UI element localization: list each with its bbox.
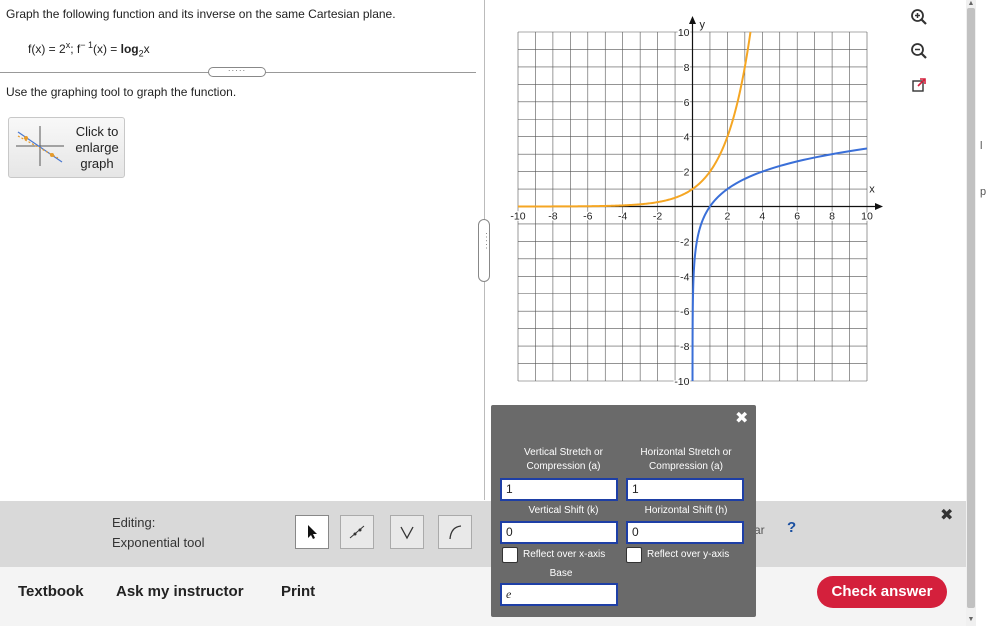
y-tick-label: -10	[674, 376, 689, 388]
line-icon	[349, 525, 365, 539]
enlarge-graph-button[interactable]: Click to enlarge graph	[8, 117, 125, 178]
x-tick-label: 8	[829, 211, 835, 223]
y-tick-label: 8	[684, 62, 690, 74]
y-tick-label: 2	[684, 167, 690, 179]
textbook-link[interactable]: Textbook	[18, 583, 84, 600]
y-axis-label: y	[700, 19, 706, 31]
active-tool-name: Exponential tool	[112, 535, 205, 550]
enlarge-line-3: graph	[80, 156, 114, 171]
page-root: Graph the following function and its inv…	[0, 0, 989, 626]
horizontal-stretch-label: Horizontal Stretch or Compression (a)	[626, 446, 746, 474]
y-tick-label: 10	[678, 27, 690, 39]
scroll-down-icon[interactable]: ▼	[967, 616, 975, 624]
absolute-value-tool-button[interactable]	[390, 515, 424, 549]
function-formula: f(x) = 2x; f− 1(x) = log2x	[28, 40, 150, 58]
x-tick-label: 10	[861, 211, 873, 223]
edge-fragment: p	[980, 186, 987, 198]
instruction-text: Use the graphing tool to graph the funct…	[6, 85, 237, 99]
x-tick-label: 2	[724, 211, 730, 223]
log-argument: x	[143, 42, 150, 56]
inverse-exponent: − 1	[80, 40, 93, 50]
enlarge-label: Click to enlarge graph	[67, 124, 127, 172]
panel-close-icon[interactable]: ✖	[735, 408, 748, 428]
formula-sep: ; f	[70, 42, 81, 56]
x-tick-label: -8	[548, 211, 557, 223]
ask-instructor-link[interactable]: Ask my instructor	[116, 583, 244, 600]
resize-dots: ·····	[482, 232, 491, 251]
reflect-y-checkbox[interactable]	[626, 547, 642, 563]
horizontal-shift-input[interactable]: 0	[626, 521, 744, 544]
horizontal-shift-label: Horizontal Shift (h)	[644, 505, 728, 516]
x-tick-label: -10	[510, 211, 525, 223]
x-tick-label: -6	[583, 211, 592, 223]
vertical-stretch-input[interactable]: 1	[500, 478, 618, 501]
zoom-out-icon[interactable]	[908, 40, 930, 62]
print-link[interactable]: Print	[281, 583, 315, 600]
vstretch-l1: Vertical Stretch or	[524, 447, 603, 458]
y-tick-label: -2	[680, 236, 689, 248]
graph-thumbnail-icon	[16, 126, 64, 166]
curve-icon	[449, 525, 462, 540]
popout-icon[interactable]	[908, 74, 930, 96]
zoom-in-icon[interactable]	[908, 6, 930, 28]
help-button[interactable]: ?	[787, 519, 796, 536]
edge-strip	[976, 0, 989, 626]
scroll-up-icon[interactable]: ▲	[967, 0, 975, 8]
check-answer-button[interactable]: Check answer	[817, 576, 947, 608]
y-tick-label: -6	[680, 306, 689, 318]
vertical-shift-label: Vertical Shift (k)	[528, 505, 599, 516]
reflect-y-label: Reflect over y-axis	[647, 549, 730, 560]
base-label: Base	[549, 568, 573, 579]
log-word: log	[120, 42, 139, 56]
pointer-tool-button[interactable]	[295, 515, 329, 549]
toolbar-close-icon[interactable]: ✖	[940, 505, 953, 525]
inverse-label: (x) =	[92, 42, 121, 56]
bottom-bar: Textbook Ask my instructor Print Check a…	[0, 567, 966, 626]
f-label: f(x) = 2	[28, 42, 66, 56]
scroll-thumb[interactable]	[967, 8, 975, 608]
curve-tool-button[interactable]	[438, 515, 472, 549]
y-tick-label: 4	[684, 132, 690, 144]
hstretch-l2: Compression (a)	[649, 461, 723, 472]
y-tick-label: -4	[680, 271, 689, 283]
base-input[interactable]: e	[500, 583, 618, 606]
reflect-x-label: Reflect over x-axis	[523, 549, 606, 560]
vertical-stretch-label: Vertical Stretch or Compression (a)	[506, 446, 621, 474]
v-shape-icon	[400, 526, 414, 540]
cartesian-graph[interactable]: -10 -8 -6 -4 -2 2 4 6 8 10 10 8 6 4 2 -2 -4 -6 -8 -10 x y	[505, 10, 890, 396]
horizontal-stretch-input[interactable]: 1	[626, 478, 744, 501]
collapse-handle[interactable]: ·····	[208, 67, 266, 77]
transformation-panel: ✖ Vertical Stretch or Compression (a) Ho…	[491, 405, 756, 617]
scrollbar[interactable]: ▲ ▼	[966, 0, 976, 626]
reflect-x-checkbox[interactable]	[502, 547, 518, 563]
y-axis-arrow	[689, 16, 696, 24]
x-axis-label: x	[869, 184, 875, 196]
exponential-curve	[518, 32, 752, 208]
cursor-arrow-icon	[308, 525, 317, 539]
y-tick-label: -8	[680, 341, 689, 353]
enlarge-line-2: enlarge	[75, 140, 119, 155]
enlarge-line-1: Click to	[75, 124, 119, 139]
vstretch-l2: Compression (a)	[526, 461, 601, 472]
pane-resize-handle[interactable]: ·····	[478, 219, 491, 282]
question-prompt: Graph the following function and its inv…	[6, 7, 396, 21]
line-tool-button[interactable]	[340, 515, 374, 549]
x-tick-label: 6	[794, 211, 800, 223]
editing-label: Editing:	[112, 515, 156, 530]
x-tick-label: -2	[653, 211, 662, 223]
edge-fragment: l	[980, 140, 983, 152]
x-tick-label: 4	[759, 211, 765, 223]
x-axis-arrow	[875, 203, 883, 210]
y-tick-label: 6	[684, 97, 690, 109]
editing-toolbar: Editing: Exponential tool ar ? ✖	[0, 501, 966, 567]
hstretch-l1: Horizontal Stretch or	[640, 447, 732, 458]
editing-status: Editing: Exponential tool	[112, 513, 205, 553]
vertical-shift-input[interactable]: 0	[500, 521, 618, 544]
graph-tool-icons	[908, 6, 932, 108]
x-tick-label: -4	[618, 211, 627, 223]
